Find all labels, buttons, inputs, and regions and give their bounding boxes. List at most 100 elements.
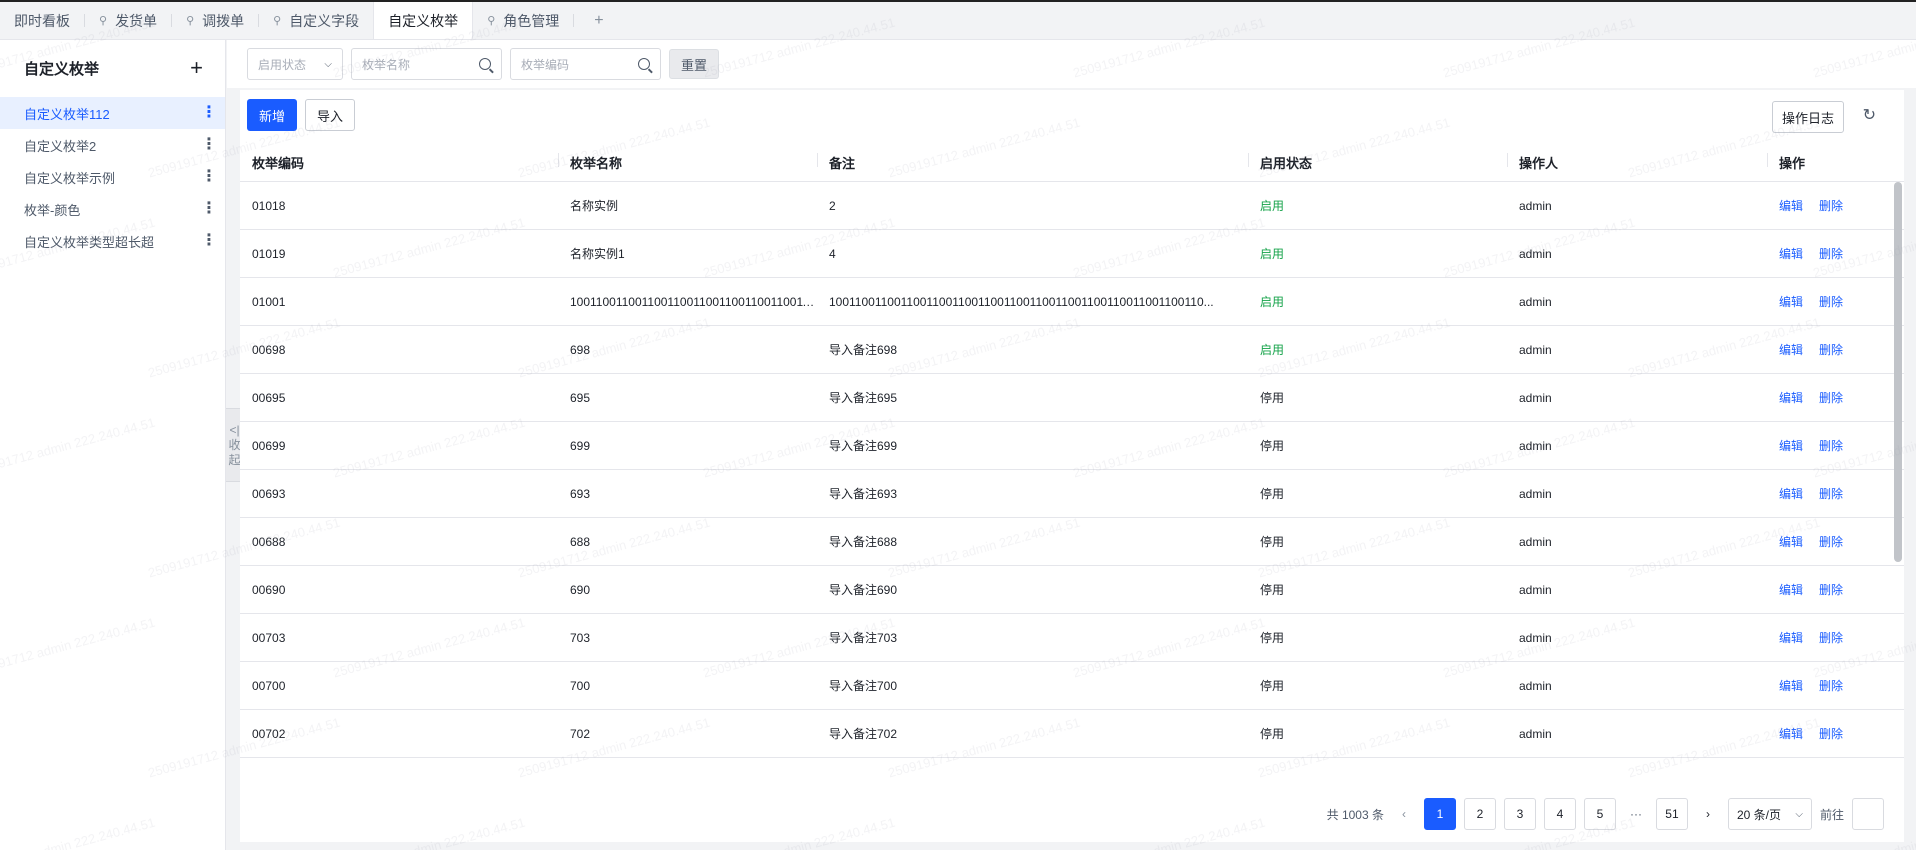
enum-code-cell: 01019 (252, 246, 286, 261)
delete-link[interactable]: 删除 (1819, 391, 1843, 405)
edit-link[interactable]: 编辑 (1779, 391, 1803, 405)
operator-cell: admin (1519, 294, 1552, 309)
edit-link[interactable]: 编辑 (1779, 631, 1803, 645)
table-row: 00703 703 导入备注703 停用 admin 编辑 删除 (240, 614, 1904, 662)
table-row: 01018 名称实例 2 启用 admin 编辑 删除 (240, 182, 1904, 230)
prev-page-icon[interactable]: ‹ (1392, 807, 1416, 821)
page-ellipsis[interactable]: ··· (1624, 807, 1648, 821)
tab-0[interactable]: 即时看板 (0, 2, 84, 39)
tab-label: 自定义枚举 (388, 12, 459, 29)
page-5[interactable]: 5 (1583, 798, 1616, 830)
table-row: 00698 698 导入备注698 启用 admin 编辑 删除 (240, 326, 1904, 374)
sidebar-item[interactable]: 自定义枚举2 ⋮ (0, 129, 225, 161)
edit-link[interactable]: 编辑 (1779, 343, 1803, 357)
status-cell: 启用 (1260, 343, 1285, 357)
enum-name-cell: 703 (570, 630, 591, 645)
table-row: 00702 702 导入备注702 停用 admin 编辑 删除 (240, 710, 1904, 758)
scrollbar-thumb[interactable] (1894, 182, 1902, 562)
pin-icon: ⚲ (186, 15, 195, 27)
edit-link[interactable]: 编辑 (1779, 583, 1803, 597)
actions-cell: 编辑 删除 (1767, 629, 1904, 646)
enum-code-cell: 00693 (252, 486, 286, 501)
enum-table: 枚举编码 枚举名称 备注 启用状态 操作人 操作 01018 名称实例 2 启用 admin 编辑删… (240, 144, 1904, 774)
import-button[interactable]: 导入 (305, 99, 355, 131)
edit-link[interactable]: 编辑 (1779, 535, 1803, 549)
enum-code-cell: 00703 (252, 630, 286, 645)
add-button[interactable]: 新增 (247, 99, 297, 131)
delete-link[interactable]: 删除 (1819, 727, 1843, 741)
delete-link[interactable]: 删除 (1819, 631, 1843, 645)
status-cell: 停用 (1260, 439, 1285, 453)
delete-link[interactable]: 删除 (1819, 343, 1843, 357)
filter-bar: 启用状态 ⌵ 枚举名称 枚举编码 重置 (227, 40, 1916, 88)
tab-2[interactable]: ⚲ 调拨单 (172, 2, 258, 39)
page-1[interactable]: 1 (1423, 798, 1456, 830)
operator-cell: admin (1519, 726, 1552, 741)
add-tab-button[interactable]: + (574, 2, 623, 39)
edit-link[interactable]: 编辑 (1779, 727, 1803, 741)
jump-label: 前往 (1819, 807, 1844, 822)
delete-link[interactable]: 删除 (1819, 583, 1843, 597)
status-cell: 停用 (1260, 583, 1285, 597)
delete-link[interactable]: 删除 (1819, 199, 1843, 213)
edit-link[interactable]: 编辑 (1779, 679, 1803, 693)
delete-link[interactable]: 删除 (1819, 535, 1843, 549)
edit-link[interactable]: 编辑 (1779, 199, 1803, 213)
collapse-arrow-icon: <| (229, 422, 240, 437)
sidebar-item-label: 自定义枚举类型超长超 (24, 234, 155, 250)
edit-link[interactable]: 编辑 (1779, 295, 1803, 309)
operation-log-button[interactable]: 操作日志 (1772, 101, 1844, 133)
enum-name-cell: 名称实例1 (570, 247, 625, 261)
more-vertical-icon[interactable]: ⋮ (201, 105, 217, 121)
edit-link[interactable]: 编辑 (1779, 439, 1803, 453)
tab-5[interactable]: ⚲ 角色管理 (473, 2, 573, 39)
tab-label: 调拨单 (202, 12, 245, 29)
enum-name-cell: 695 (570, 390, 591, 405)
tab-3[interactable]: ⚲ 自定义字段 (259, 2, 373, 39)
total-count: 共 1003 条 (1326, 807, 1384, 822)
operator-cell: admin (1519, 534, 1552, 549)
remark-cell: 导入备注695 (829, 391, 898, 405)
operator-cell: admin (1519, 630, 1552, 645)
next-page-icon[interactable]: › (1696, 807, 1720, 821)
sidebar-item-label: 自定义枚举示例 (24, 170, 116, 186)
page-4[interactable]: 4 (1543, 798, 1576, 830)
page-size-select[interactable]: 20 条/页 ⌵ (1727, 798, 1812, 830)
more-vertical-icon[interactable]: ⋮ (201, 137, 217, 153)
tab-4[interactable]: 自定义枚举 (373, 2, 474, 39)
more-vertical-icon[interactable]: ⋮ (201, 169, 217, 185)
actions-cell: 编辑 删除 (1767, 389, 1904, 406)
sidebar-item[interactable]: 枚举-颜色 ⋮ (0, 193, 225, 225)
table-row: 00699 699 导入备注699 停用 admin 编辑 删除 (240, 422, 1904, 470)
reset-button[interactable]: 重置 (669, 49, 719, 79)
delete-link[interactable]: 删除 (1819, 295, 1843, 309)
status-select[interactable]: 启用状态 ⌵ (247, 48, 343, 80)
enum-code-search-input[interactable]: 枚举编码 (510, 48, 661, 80)
sidebar-item[interactable]: 自定义枚举类型超长超 ⋮ (0, 225, 225, 257)
edit-link[interactable]: 编辑 (1779, 487, 1803, 501)
actions-cell: 编辑删除 (1767, 773, 1904, 774)
enum-code-cell: 01001 (252, 294, 286, 309)
status-cell: 启用 (1260, 199, 1285, 213)
tab-1[interactable]: ⚲ 发货单 (85, 2, 171, 39)
delete-link[interactable]: 删除 (1819, 679, 1843, 693)
edit-link[interactable]: 编辑 (1779, 247, 1803, 261)
page-last[interactable]: 51 (1655, 798, 1688, 830)
collapse-label-2: 起 (228, 452, 241, 467)
refresh-icon[interactable]: ↻ (1863, 108, 1876, 124)
more-vertical-icon[interactable]: ⋮ (201, 201, 217, 217)
page-3[interactable]: 3 (1503, 798, 1536, 830)
enum-name-search-input[interactable]: 枚举名称 (351, 48, 502, 80)
column-header: 启用状态 (1248, 153, 1507, 172)
enum-name-cell: 690 (570, 582, 591, 597)
sidebar-item[interactable]: 自定义枚举112 ⋮ (0, 97, 225, 129)
page-jump-input[interactable] (1852, 798, 1884, 830)
delete-link[interactable]: 删除 (1819, 487, 1843, 501)
sidebar-item[interactable]: 自定义枚举示例 ⋮ (0, 161, 225, 193)
delete-link[interactable]: 删除 (1819, 247, 1843, 261)
page-2[interactable]: 2 (1463, 798, 1496, 830)
delete-link[interactable]: 删除 (1819, 439, 1843, 453)
more-vertical-icon[interactable]: ⋮ (201, 233, 217, 249)
table-scrollbar[interactable] (1894, 182, 1904, 562)
add-enum-icon[interactable]: + (190, 57, 203, 79)
